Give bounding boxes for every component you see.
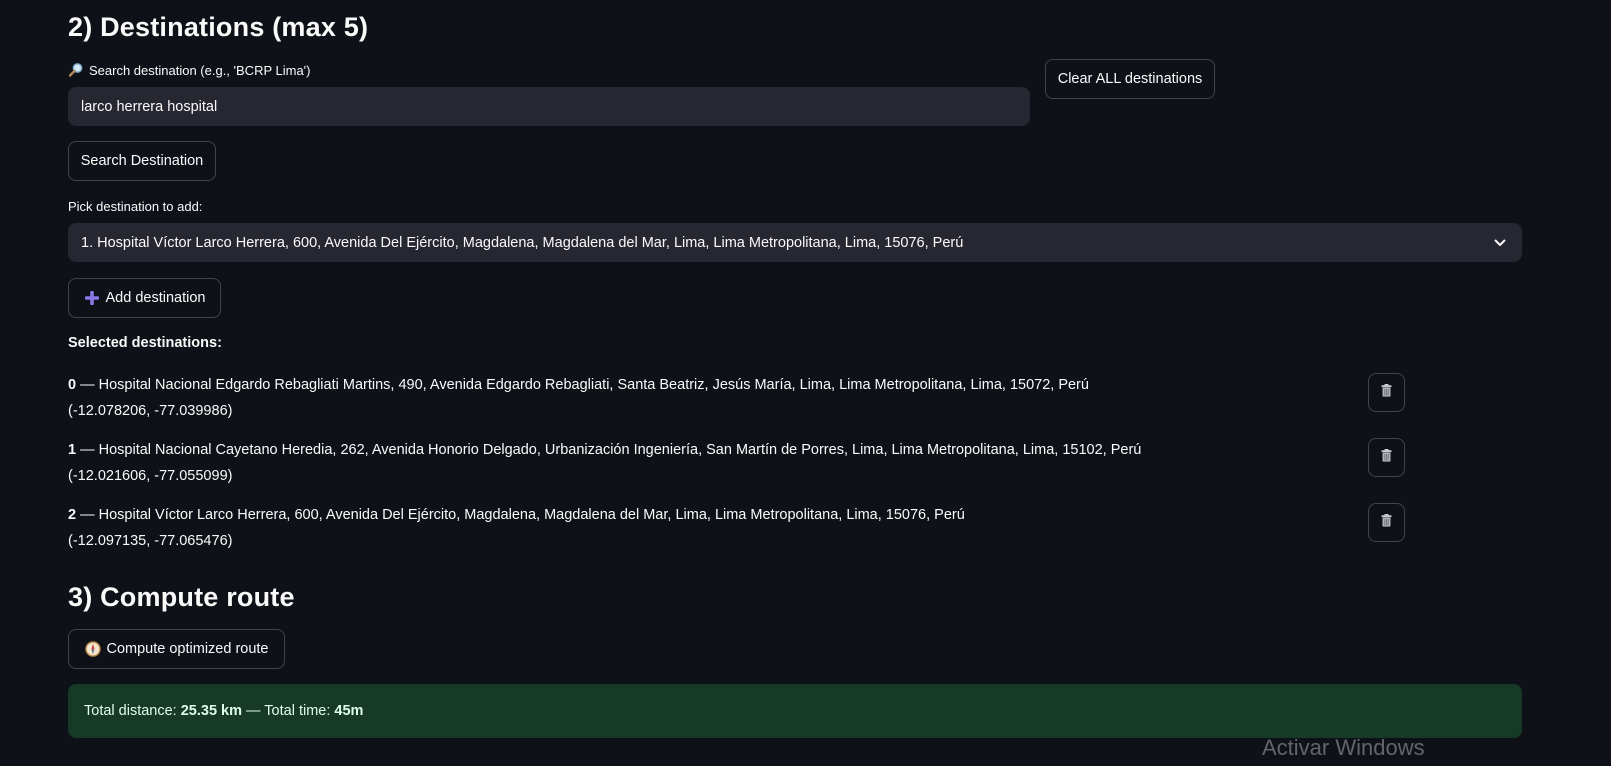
compute-route-label: Compute optimized route xyxy=(106,641,269,657)
result-time-value: 45m xyxy=(334,703,364,719)
pick-destination-select[interactable]: 1. Hospital Víctor Larco Herrera, 600, A… xyxy=(68,223,1522,262)
destination-separator: — xyxy=(76,377,99,393)
compute-route-title: 3) Compute route xyxy=(68,582,295,612)
selected-destination-item: 2 — Hospital Víctor Larco Herrera, 600, … xyxy=(68,502,965,554)
result-distance-value: 25.35 km xyxy=(180,703,243,719)
delete-destination-button[interactable] xyxy=(1368,373,1405,412)
destination-address: Hospital Víctor Larco Herrera, 600, Aven… xyxy=(98,507,965,523)
pick-destination-label: Pick destination to add: xyxy=(68,199,203,214)
destination-address: Hospital Nacional Cayetano Heredia, 262,… xyxy=(98,442,1142,458)
search-label-text: Search destination (e.g., 'BCRP Lima') xyxy=(89,62,311,78)
destination-separator: — xyxy=(76,442,99,458)
search-destination-input[interactable]: larco herrera hospital xyxy=(68,87,1030,126)
chevron-down-icon xyxy=(1493,236,1507,250)
destination-coords: (-12.078206, -77.039986) xyxy=(68,403,233,419)
trash-icon xyxy=(1381,448,1392,467)
destination-index: 1 xyxy=(68,442,77,458)
destination-coords: (-12.097135, -77.065476) xyxy=(68,533,233,549)
search-destination-button[interactable]: Search Destination xyxy=(68,141,216,181)
route-result-alert: Total distance: 25.35 km — Total time: 4… xyxy=(68,684,1522,738)
destination-coords: (-12.021606, -77.055099) xyxy=(68,468,233,484)
compass-icon xyxy=(84,641,101,657)
selected-destinations-heading: Selected destinations: xyxy=(68,335,222,351)
magnifier-icon xyxy=(68,62,84,78)
result-time-prefix: — Total time: xyxy=(242,703,335,719)
search-destination-label: Search destination (e.g., 'BCRP Lima') xyxy=(68,62,311,78)
delete-destination-button[interactable] xyxy=(1368,503,1405,542)
result-distance-prefix: Total distance: xyxy=(84,703,181,719)
delete-destination-button[interactable] xyxy=(1368,438,1405,477)
windows-activation-watermark: Activar Windows xyxy=(1262,735,1425,760)
clear-all-destinations-button[interactable]: Clear ALL destinations xyxy=(1045,59,1215,99)
destination-line: 0 — Hospital Nacional Edgardo Rebagliati… xyxy=(68,372,1089,398)
add-destination-button[interactable]: Add destination xyxy=(68,278,221,318)
destination-address: Hospital Nacional Edgardo Rebagliati Mar… xyxy=(98,377,1089,393)
destination-line: 2 — Hospital Víctor Larco Herrera, 600, … xyxy=(68,502,965,528)
selected-destination-item: 1 — Hospital Nacional Cayetano Heredia, … xyxy=(68,437,1141,489)
destination-index: 2 xyxy=(68,507,77,523)
destination-separator: — xyxy=(76,507,99,523)
compute-optimized-route-button[interactable]: Compute optimized route xyxy=(68,629,285,669)
destination-index: 0 xyxy=(68,377,77,393)
destination-line: 1 — Hospital Nacional Cayetano Heredia, … xyxy=(68,437,1141,463)
plus-icon xyxy=(84,290,100,306)
selected-destination-item: 0 — Hospital Nacional Edgardo Rebagliati… xyxy=(68,372,1089,424)
destinations-title: 2) Destinations (max 5) xyxy=(68,12,369,42)
trash-icon xyxy=(1381,513,1392,532)
trash-icon xyxy=(1381,383,1392,402)
add-destination-label: Add destination xyxy=(105,290,206,306)
pick-destination-selected-value: 1. Hospital Víctor Larco Herrera, 600, A… xyxy=(81,234,964,251)
